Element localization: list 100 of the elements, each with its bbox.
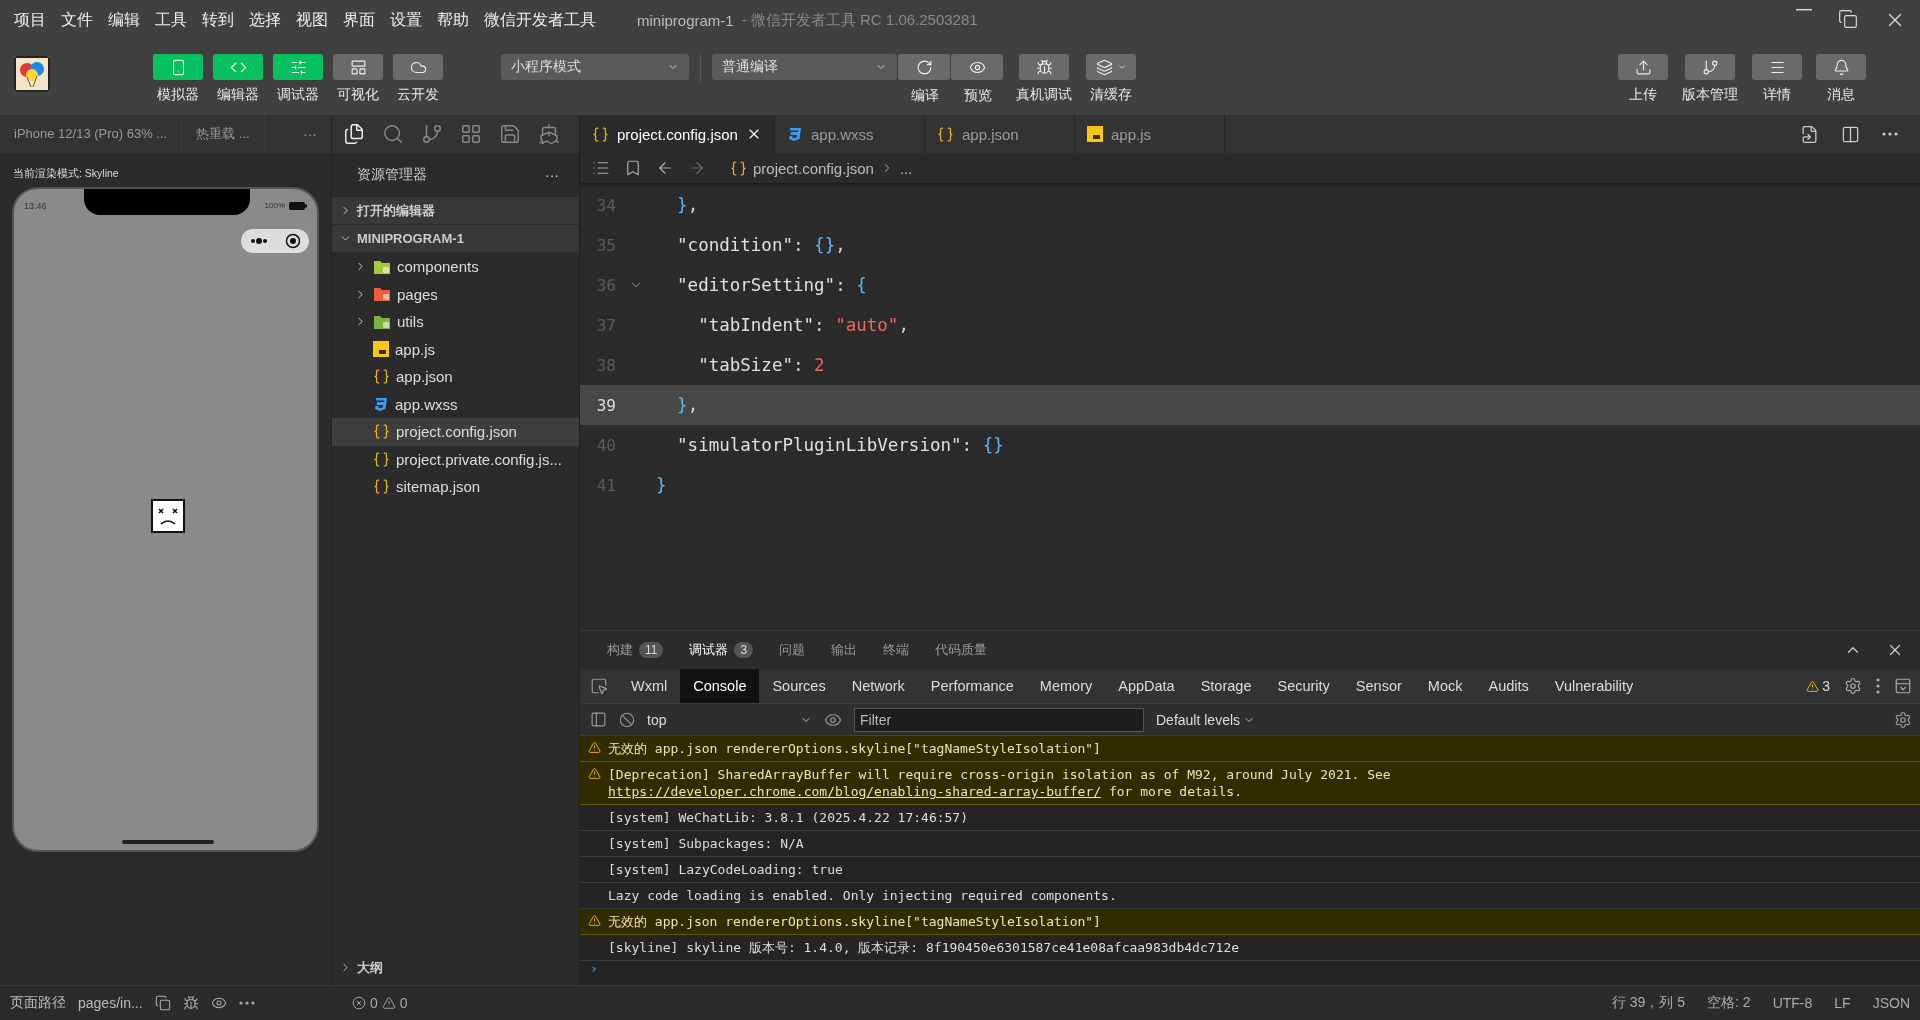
- devtools-tab[interactable]: Audits: [1475, 669, 1542, 703]
- devtools-tab[interactable]: Vulnerability: [1541, 669, 1647, 703]
- context-selector[interactable]: top: [647, 711, 812, 728]
- page-path-selector[interactable]: 页面路径: [10, 994, 66, 1012]
- menu-item[interactable]: 工具: [155, 9, 187, 31]
- panel-tab[interactable]: 问题: [779, 641, 806, 659]
- file-tree-item[interactable]: project.config.json: [332, 418, 579, 446]
- code-line: },: [676, 195, 699, 215]
- braces-icon: [373, 368, 390, 386]
- folder-icon: [373, 313, 391, 330]
- file-tree-item[interactable]: pages: [332, 280, 579, 308]
- toolbar-button[interactable]: [1816, 54, 1866, 80]
- save-icon: [499, 123, 521, 145]
- menu-item[interactable]: 转到: [202, 9, 234, 31]
- status-time: 13:46: [24, 201, 47, 211]
- toolbar-button[interactable]: [1019, 54, 1069, 80]
- warning-count: 3: [1822, 678, 1830, 694]
- minimize-icon: [1796, 9, 1812, 11]
- view-toggle-button[interactable]: [153, 54, 203, 80]
- devtools-tab[interactable]: Sources: [759, 669, 839, 703]
- file-tree-item[interactable]: project.private.config.js...: [332, 445, 579, 473]
- more-icon: [249, 238, 268, 244]
- status-item[interactable]: UTF-8: [1772, 995, 1813, 1011]
- status-item[interactable]: 空格: 2: [1707, 994, 1751, 1012]
- toolbar-label: 云开发: [397, 86, 439, 104]
- bookmark-icon: [624, 159, 642, 177]
- file-tree-item[interactable]: app.js: [332, 335, 579, 363]
- console-message: [Deprecation] SharedArrayBuffer will require cross-origin isolation as of M92, around July 2021. See https://developer.chrome.com/blog/enabling-shared-array-buffer/ for more details.: [608, 766, 1392, 800]
- toolbar-button[interactable]: [1618, 54, 1668, 80]
- status-item[interactable]: 行 39，列 5: [1611, 994, 1686, 1012]
- device-selector[interactable]: iPhone 12/13 (Pro) 63% ...: [0, 115, 183, 153]
- status-item[interactable]: LF: [1834, 995, 1851, 1011]
- levels-dropdown[interactable]: Default levels: [1156, 711, 1256, 728]
- layout-icon: [349, 58, 367, 76]
- tree-section[interactable]: 打开的编辑器: [332, 197, 579, 224]
- bug-icon: [1035, 58, 1053, 76]
- devtools-tab[interactable]: Security: [1264, 669, 1343, 703]
- warning-icon: [381, 996, 396, 1010]
- hot-reload-toggle[interactable]: 热重载 ...: [182, 115, 265, 153]
- more-icon[interactable]: [1882, 132, 1898, 136]
- devtools-tab[interactable]: Wxml: [618, 669, 681, 703]
- view-toggle-button[interactable]: [333, 54, 383, 80]
- file-tree-item[interactable]: components: [332, 253, 579, 281]
- file-tree-item[interactable]: app.wxss: [332, 390, 579, 418]
- panel-tab[interactable]: 代码质量: [935, 641, 988, 659]
- view-toggle-button[interactable]: [273, 54, 323, 80]
- toolbar-button[interactable]: [1752, 54, 1802, 80]
- toolbar-button[interactable]: [1685, 54, 1735, 80]
- toolbar-button[interactable]: [898, 54, 950, 80]
- devtools-tab[interactable]: Storage: [1187, 669, 1265, 703]
- menu-item[interactable]: 帮助: [437, 9, 469, 31]
- panel-tab[interactable]: 输出: [831, 641, 858, 659]
- editor-tab[interactable]: project.config.json: [580, 115, 775, 153]
- panel-tab[interactable]: 构建 11: [607, 641, 664, 659]
- menu-item[interactable]: 视图: [296, 9, 328, 31]
- toolbar-label: 调试器: [277, 86, 319, 104]
- menu-item[interactable]: 编辑: [108, 9, 140, 31]
- view-toggle-button[interactable]: [213, 54, 263, 80]
- toolbar-button[interactable]: [951, 54, 1003, 80]
- more-icon[interactable]: [238, 1001, 255, 1005]
- menu-item[interactable]: 设置: [390, 9, 422, 31]
- filter-field[interactable]: Filter: [854, 707, 1144, 732]
- file-tree-item[interactable]: utils: [332, 308, 579, 336]
- breadcrumb-item[interactable]: ...: [899, 159, 913, 177]
- devtools-tab[interactable]: AppData: [1105, 669, 1188, 703]
- panel-tab[interactable]: 终端: [883, 641, 910, 659]
- panel-tab[interactable]: 调试器 3: [689, 641, 754, 659]
- window-title: miniprogram-1: [637, 11, 734, 29]
- toolbar-button[interactable]: [1086, 54, 1136, 80]
- devtools-tab[interactable]: Mock: [1414, 669, 1476, 703]
- more-icon[interactable]: [1876, 678, 1880, 694]
- devtools-tab[interactable]: Sensor: [1342, 669, 1415, 703]
- dock-icon: [1894, 677, 1912, 695]
- css-file-icon: [373, 396, 389, 413]
- file-tree-item[interactable]: sitemap.json: [332, 473, 579, 501]
- devtools-tab[interactable]: Memory: [1026, 669, 1106, 703]
- panel-title: 资源管理器: [357, 166, 427, 184]
- more-button[interactable]: ···: [545, 167, 559, 183]
- file-tree-item[interactable]: app.json: [332, 363, 579, 391]
- devtools-tab[interactable]: Console: [680, 669, 760, 703]
- console-prompt[interactable]: ›: [580, 961, 598, 976]
- devtools-tab[interactable]: Performance: [917, 669, 1027, 703]
- restore-button[interactable]: [1838, 9, 1858, 31]
- menu-item[interactable]: 项目: [14, 9, 46, 31]
- inspect-icon: [590, 677, 608, 695]
- menu-item[interactable]: 文件: [61, 9, 93, 31]
- message-link[interactable]: https://developer.chrome.com/blog/enabling-shared-array-buffer/: [608, 784, 1102, 799]
- view-toggle-button[interactable]: [393, 54, 443, 80]
- breadcrumb-item[interactable]: project.config.json: [753, 159, 874, 177]
- toolbar-label: 上传: [1629, 86, 1657, 104]
- tree-section[interactable]: MINIPROGRAM-1: [332, 225, 579, 252]
- compile-dropdown[interactable]: 普通编译: [712, 54, 897, 80]
- capsule-button[interactable]: [241, 229, 309, 253]
- devtools-tab[interactable]: Network: [838, 669, 918, 703]
- more-button[interactable]: ···: [303, 126, 317, 142]
- menu-item[interactable]: 微信开发者工具: [484, 9, 596, 31]
- mode-dropdown[interactable]: 小程序模式: [501, 54, 689, 80]
- menu-item[interactable]: 界面: [343, 9, 375, 31]
- status-item[interactable]: JSON: [1872, 995, 1910, 1011]
- menu-item[interactable]: 选择: [249, 9, 281, 31]
